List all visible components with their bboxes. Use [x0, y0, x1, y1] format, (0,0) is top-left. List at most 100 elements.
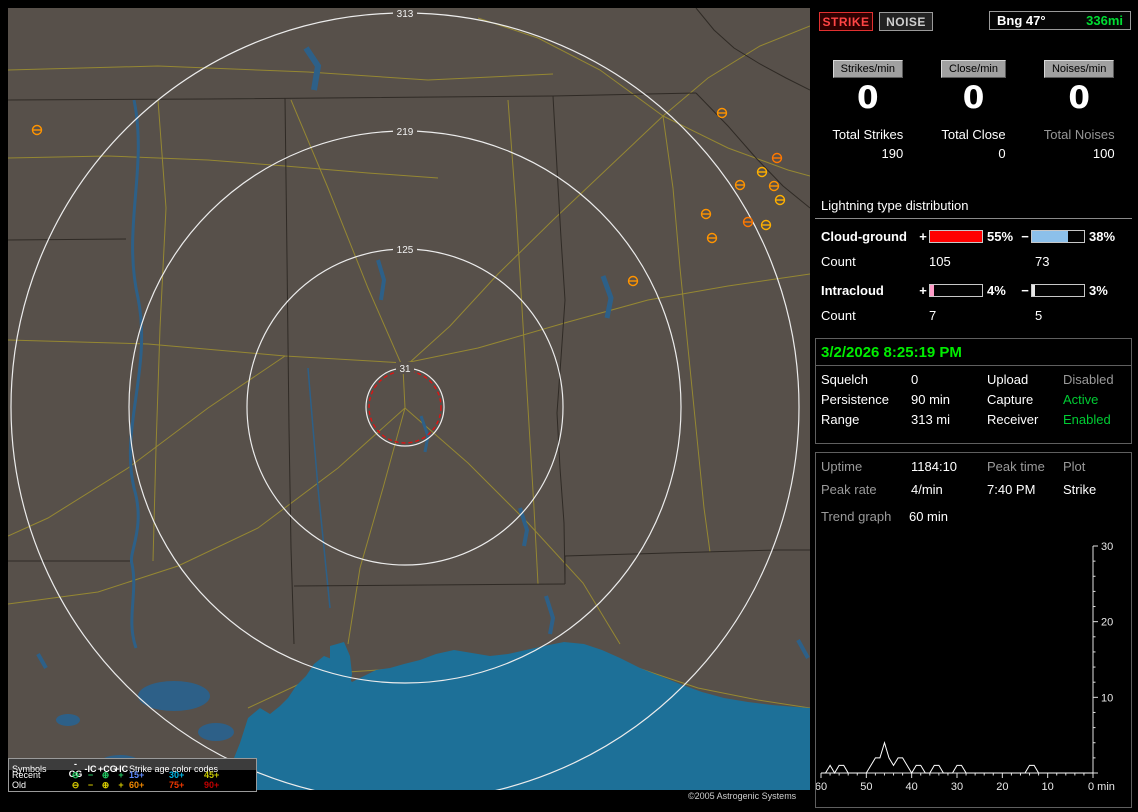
count-label: Count [821, 253, 856, 269]
total-close-value: 0 [998, 146, 1006, 161]
total-noises-value: 100 [1092, 146, 1115, 161]
ic-positive-count: 7 [929, 307, 937, 323]
cg-positive-bar [929, 229, 983, 243]
statistics-section: Uptime 1184:10 Peak time Plot Peak rate … [815, 452, 1132, 808]
status-section: 3/2/2026 8:25:19 PM Squelch 0 Upload Dis… [815, 338, 1132, 444]
age-75: 75+ [169, 780, 185, 790]
age-90: 90+ [204, 780, 220, 790]
total-strikes-block: Total Strikes 190 [832, 127, 903, 161]
svg-text:50: 50 [860, 781, 872, 793]
ic-positive-percent: 4% [987, 282, 1006, 298]
uptime-value: 1184:10 [911, 459, 958, 474]
noises-rate-column: Noises/min 0 Total Noises 100 [1026, 56, 1132, 180]
svg-text:219: 219 [397, 127, 414, 138]
bearing-range-display: Bng 47° 336mi [989, 11, 1131, 30]
uptime-label: Uptime [821, 459, 863, 474]
cloud-ground-row: Cloud-ground + 55% − 38% [821, 223, 1126, 249]
strikes-per-min-button[interactable]: Strikes/min [832, 60, 904, 78]
circle-minus-icon: ⊖ [71, 770, 80, 780]
strike-trend-chart: 60 50 40 30 20 10 0 min 10 20 30 [816, 541, 1115, 793]
minus-sign: − [1021, 228, 1029, 244]
plot-label: Plot [1063, 459, 1086, 474]
age-30: 30+ [169, 770, 185, 780]
strikes-per-min-value: 0 [857, 80, 879, 116]
total-noises-label: Total Noises [1043, 127, 1115, 142]
peak-rate-value: 4/min [911, 482, 943, 497]
cg-negative-bar [1031, 229, 1085, 243]
receiver-status: Enabled [1063, 412, 1111, 427]
total-close-label: Total Close [941, 127, 1006, 142]
minus-icon: − [87, 770, 94, 780]
legend-recent-row: Recent ⊖ − ⊕ + 15+ 30+ 45+ [9, 770, 256, 780]
peak-time-label: Peak time [987, 459, 1045, 474]
trend-graph-label: Trend graph [821, 509, 892, 524]
cg-positive-count: 105 [929, 253, 951, 269]
ic-negative-percent: 3% [1089, 282, 1108, 298]
capture-label: Capture [987, 392, 1034, 407]
svg-text:31: 31 [399, 364, 411, 375]
map-area[interactable]: 31 125 219 313 Symbols -CG -IC +CG +IC Stri… [7, 7, 811, 802]
legend-header: Symbols -CG -IC +CG +IC Strike age color… [9, 759, 256, 779]
age-60: 60+ [129, 780, 145, 790]
svg-text:30: 30 [1101, 541, 1113, 553]
range-label: Range [821, 412, 860, 427]
trend-graph-row: Trend graph 60 min [821, 509, 1131, 524]
total-close-block: Total Close 0 [941, 127, 1005, 161]
circle-plus-icon: ⊕ [101, 780, 110, 790]
circle-minus-icon: ⊖ [71, 780, 80, 790]
ic-negative-count: 5 [1035, 307, 1043, 323]
persistence-label: Persistence [821, 392, 889, 407]
lightning-distribution-section: Lightning type distribution Cloud-ground… [815, 196, 1132, 327]
legend-old-label: Old [12, 780, 27, 790]
plus-icon: + [118, 770, 124, 780]
svg-text:30: 30 [951, 781, 963, 793]
total-strikes-value: 190 [881, 146, 904, 161]
cg-negative-count: 73 [1035, 253, 1050, 269]
intracloud-row: Intracloud + 4% − 3% [821, 277, 1126, 303]
total-strikes-label: Total Strikes [832, 127, 904, 142]
circle-plus-icon: ⊕ [101, 770, 110, 780]
noises-per-min-button[interactable]: Noises/min [1043, 60, 1115, 78]
squelch-value: 0 [911, 372, 919, 387]
svg-text:125: 125 [397, 245, 414, 256]
total-noises-block: Total Noises 100 [1044, 127, 1115, 161]
control-panel: STRIKE NOISE Bng 47° 336mi Strikes/min 0… [815, 0, 1132, 812]
age-15: 15+ [129, 770, 145, 780]
strikes-rate-column: Strikes/min 0 Total Strikes 190 [815, 56, 921, 180]
cg-negative-percent: 38% [1089, 228, 1116, 244]
trend-graph-value: 60 min [908, 509, 948, 524]
capture-status: Active [1063, 392, 1099, 407]
receiver-label: Receiver [987, 412, 1039, 427]
rates-section: Strikes/min 0 Total Strikes 190 Close/mi… [815, 56, 1132, 180]
close-per-min-value: 0 [962, 80, 985, 116]
close-rate-column: Close/min 0 Total Close 0 [921, 56, 1027, 180]
peak-time-value: 7:40 PM [987, 482, 1036, 497]
count-label: Count [821, 307, 856, 323]
copyright-text: ©2005 Astrogenic Systems [688, 791, 797, 801]
noise-toggle-button[interactable]: NOISE [879, 12, 933, 31]
plot-value: Strike [1063, 482, 1097, 497]
strike-map[interactable]: 31 125 219 313 [7, 7, 811, 802]
plus-sign: + [919, 228, 927, 244]
legend-recent-label: Recent [12, 770, 41, 780]
range-value: 313 mi [911, 412, 951, 427]
ic-negative-bar [1031, 283, 1085, 297]
svg-text:20: 20 [996, 781, 1008, 793]
minus-sign: − [1021, 282, 1029, 298]
cloud-ground-count-row: Count 105 73 [821, 249, 1126, 273]
ic-positive-bar [929, 283, 983, 297]
strike-toggle-button[interactable]: STRIKE [819, 12, 873, 31]
close-per-min-button[interactable]: Close/min [941, 60, 1006, 78]
age-45: 45+ [204, 770, 220, 780]
distribution-title: Lightning type distribution [815, 196, 1132, 219]
peak-rate-label: Peak rate [821, 482, 877, 497]
minus-icon: − [87, 780, 94, 790]
nexstorm-window: 31 125 219 313 Symbols -CG -IC +CG +IC Stri… [0, 0, 1138, 812]
map-legend: Symbols -CG -IC +CG +IC Strike age color… [8, 758, 257, 792]
svg-text:20: 20 [1101, 617, 1113, 629]
bearing-value: Bng 47° [997, 13, 1046, 28]
intracloud-count-row: Count 7 5 [821, 303, 1126, 327]
cg-positive-percent: 55% [987, 228, 1014, 244]
squelch-label: Squelch [821, 372, 868, 387]
svg-text:10: 10 [1042, 781, 1054, 793]
